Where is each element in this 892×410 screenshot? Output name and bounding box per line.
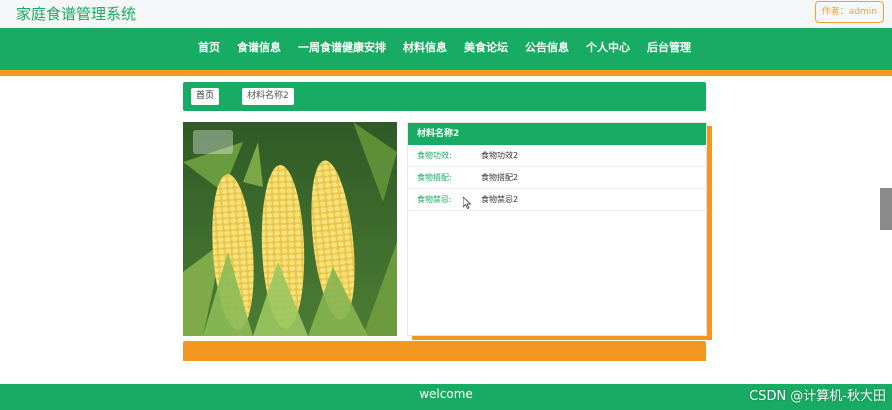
info-label: 食物功效: [417, 151, 452, 160]
main-nav: 首页 食谱信息 一周食谱健康安排 材料信息 美食论坛 公告信息 个人中心 后台管… [0, 28, 892, 70]
nav-item-weekly-plan[interactable]: 一周食谱健康安排 [298, 28, 386, 70]
info-label: 食物搭配: [417, 173, 452, 182]
info-value: 食物禁忌2 [481, 195, 519, 204]
nav-item-forum[interactable]: 美食论坛 [464, 28, 508, 70]
info-value: 食物功效2 [481, 151, 519, 160]
nav-item-recipes[interactable]: 食谱信息 [237, 28, 281, 70]
top-bar: 家庭食谱管理系统 作者：admin [0, 0, 892, 28]
nav-item-personal-center[interactable]: 个人中心 [586, 28, 630, 70]
info-value: 食物搭配2 [481, 173, 519, 182]
nav-item-materials[interactable]: 材料信息 [403, 28, 447, 70]
material-info-panel: 材料名称2 食物功效: 食物功效2 食物搭配: 食物搭配2 食物禁忌: 食物禁忌… [407, 122, 707, 336]
nav-item-home[interactable]: 首页 [198, 28, 220, 70]
breadcrumb: 首页 材料名称2 [183, 82, 706, 111]
watermark: CSDN @计算机-秋大田 [749, 389, 886, 404]
nav-accent-strip [0, 70, 892, 76]
info-row-pairing: 食物搭配: 食物搭配2 [408, 167, 706, 189]
info-row-taboo: 食物禁忌: 食物禁忌2 [408, 189, 706, 211]
breadcrumb-home[interactable]: 首页 [191, 88, 220, 105]
material-image [183, 122, 397, 336]
author-badge[interactable]: 作者：admin [814, 1, 884, 23]
scrollbar-thumb[interactable] [880, 188, 892, 230]
corn-image [183, 122, 397, 336]
nav-item-admin[interactable]: 后台管理 [647, 28, 691, 70]
info-label: 食物禁忌: [417, 195, 452, 204]
info-row-effect: 食物功效: 食物功效2 [408, 145, 706, 167]
material-title: 材料名称2 [408, 123, 706, 145]
nav-item-announcements[interactable]: 公告信息 [525, 28, 569, 70]
breadcrumb-current: 材料名称2 [242, 88, 294, 105]
site-title: 家庭食谱管理系统 [16, 5, 137, 23]
mouse-cursor-icon [463, 197, 472, 209]
content-accent-band [183, 341, 706, 361]
